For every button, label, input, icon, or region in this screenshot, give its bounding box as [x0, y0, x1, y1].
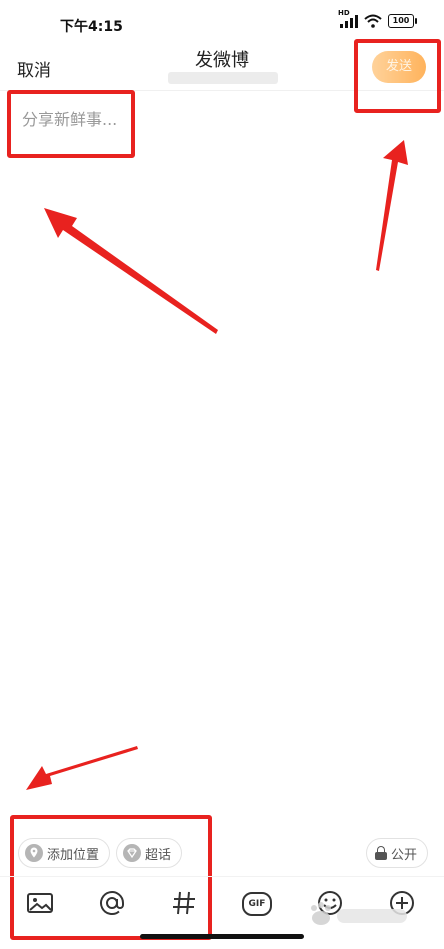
- image-button[interactable]: [24, 887, 56, 919]
- chip-row: 添加位置 超话 公开: [0, 838, 444, 870]
- status-icons: HD 100: [338, 9, 417, 28]
- battery-icon: 100: [388, 14, 417, 28]
- add-location-chip[interactable]: 添加位置: [18, 838, 111, 868]
- mention-button[interactable]: [96, 887, 128, 919]
- diamond-icon: [123, 844, 141, 862]
- baidu-watermark-logo: [311, 902, 407, 925]
- home-indicator[interactable]: [140, 934, 304, 939]
- signal-icon: HD: [338, 9, 358, 28]
- account-name-blurred: [168, 72, 278, 84]
- gif-button[interactable]: GIF: [240, 887, 272, 919]
- header-divider: [0, 90, 444, 91]
- gif-icon: GIF: [242, 892, 272, 916]
- image-icon: [27, 893, 53, 913]
- compose-header: 取消 发微博 发送: [0, 46, 444, 90]
- add-location-label: 添加位置: [47, 847, 100, 863]
- wifi-icon: [364, 14, 382, 28]
- compose-input[interactable]: [20, 104, 424, 708]
- hashtag-button[interactable]: [168, 887, 200, 919]
- status-time: 下午4:15: [60, 19, 123, 35]
- hd-label: HD: [338, 9, 350, 17]
- mention-icon: [100, 891, 124, 915]
- super-topic-label: 超话: [145, 847, 172, 863]
- send-button[interactable]: 发送: [372, 51, 426, 83]
- hashtag-icon: [173, 891, 195, 915]
- privacy-label: 公开: [391, 847, 418, 863]
- privacy-chip[interactable]: 公开: [366, 838, 429, 868]
- location-pin-icon: [25, 844, 43, 862]
- arrow-to-tools: [26, 746, 138, 790]
- super-topic-chip[interactable]: 超话: [116, 838, 183, 868]
- status-bar: 下午4:15 HD 100: [0, 0, 444, 46]
- lock-icon: [375, 846, 387, 860]
